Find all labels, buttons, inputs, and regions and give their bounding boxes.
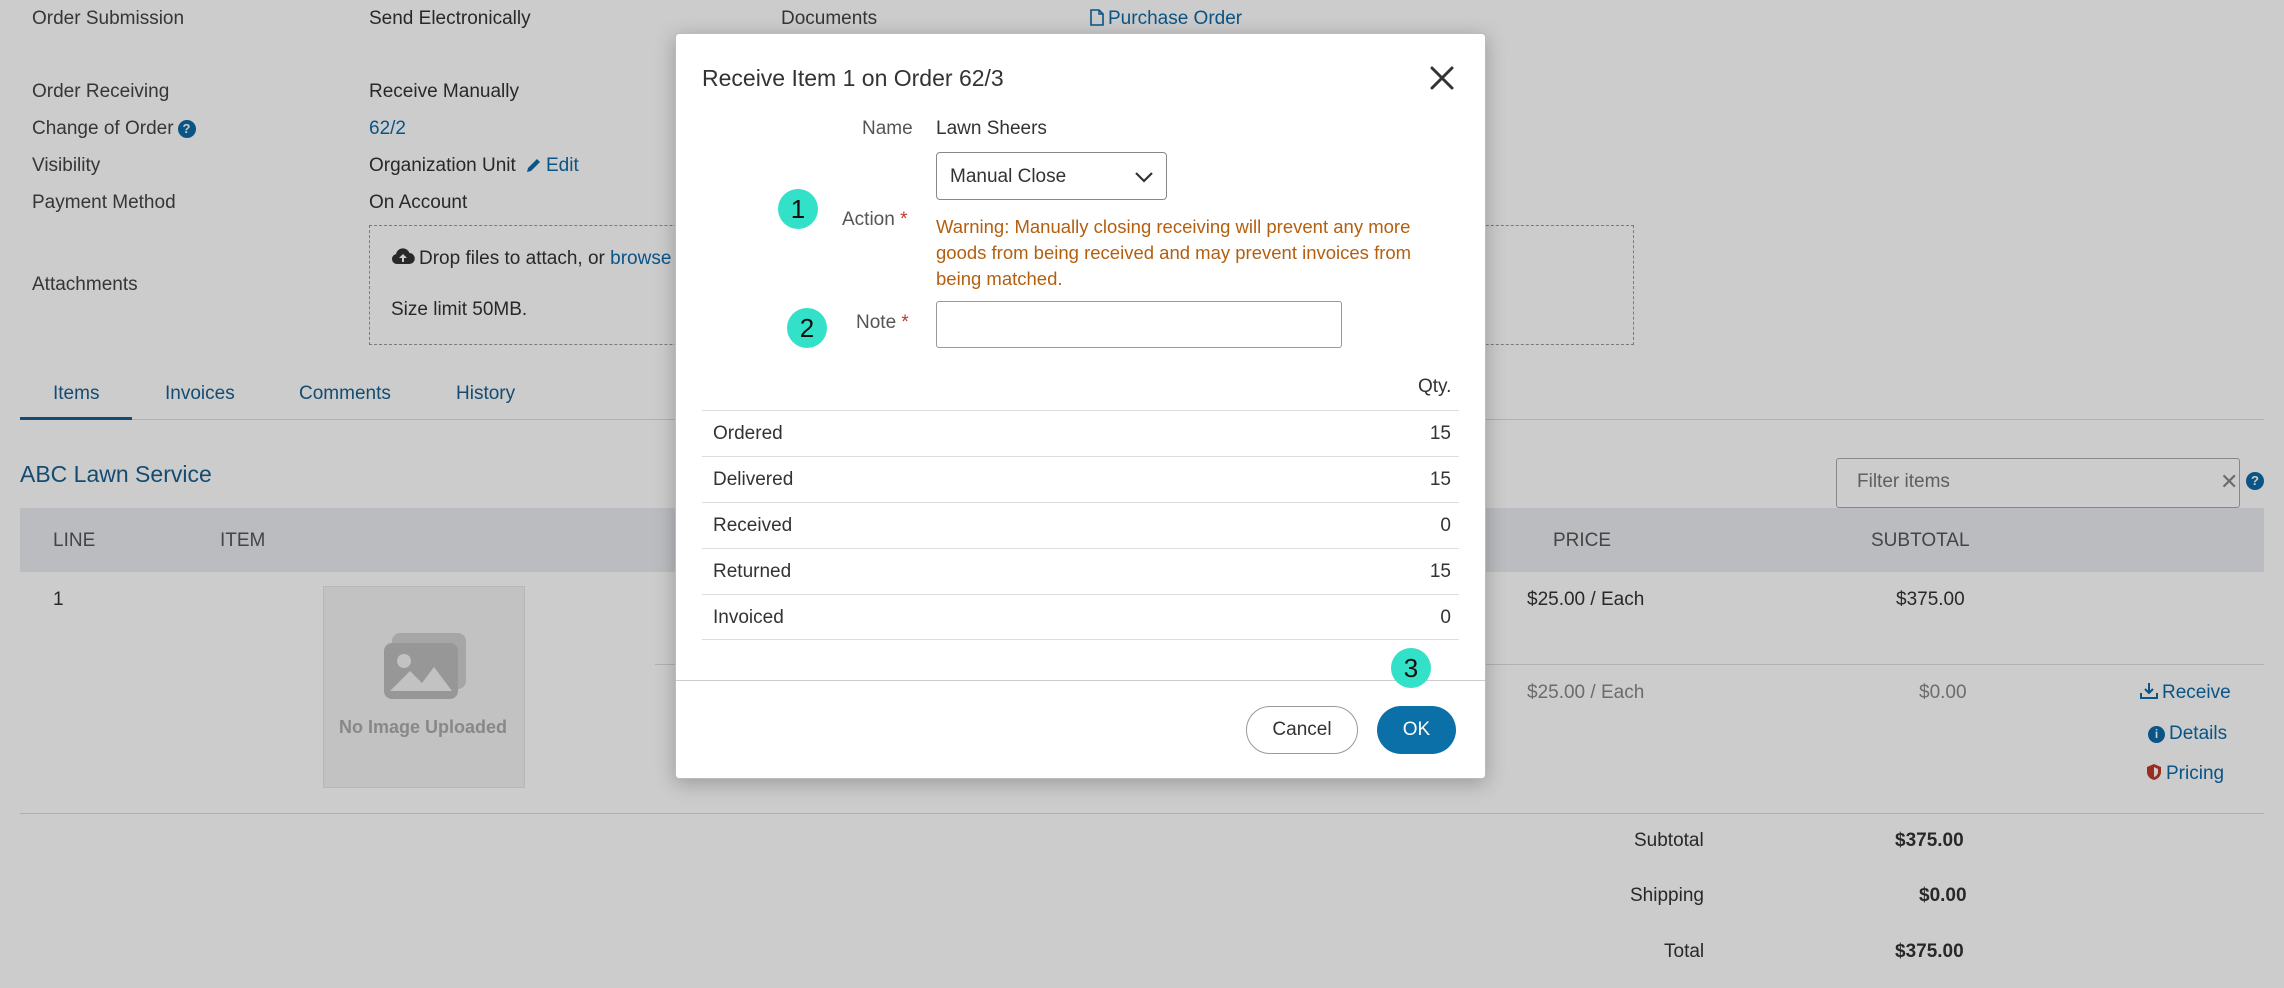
step-marker-3: 3	[1391, 648, 1431, 688]
step-marker-2: 2	[787, 308, 827, 348]
qty-label: Delivered	[713, 469, 794, 490]
step-marker-1: 1	[778, 189, 818, 229]
action-label-text: Action	[842, 209, 895, 230]
cancel-button[interactable]: Cancel	[1246, 706, 1358, 754]
qty-label: Ordered	[713, 423, 783, 444]
qty-row-returned: Returned 15	[702, 548, 1459, 594]
name-label: Name	[862, 118, 913, 139]
chevron-down-icon	[1135, 172, 1153, 183]
dialog-title: Receive Item 1 on Order 62/3	[702, 65, 1004, 91]
action-label: Action *	[842, 209, 908, 231]
close-icon[interactable]	[1424, 60, 1460, 96]
ok-button[interactable]: OK	[1377, 706, 1456, 754]
qty-row-ordered: Ordered 15	[702, 410, 1459, 456]
qty-value: 15	[1429, 561, 1451, 582]
receive-item-dialog: Receive Item 1 on Order 62/3 Name Lawn S…	[675, 33, 1486, 779]
manual-close-warning: Warning: Manually closing receiving will…	[936, 216, 1412, 289]
note-input[interactable]	[936, 301, 1342, 348]
qty-row-delivered: Delivered 15	[702, 456, 1459, 502]
qty-value: 0	[1440, 515, 1451, 536]
qty-value: 0	[1440, 607, 1451, 628]
qty-header: Qty.	[1418, 376, 1452, 397]
qty-row-received: Received 0	[702, 502, 1459, 548]
qty-label: Invoiced	[713, 607, 784, 628]
qty-value: 15	[1429, 423, 1451, 444]
required-mark: *	[901, 312, 909, 333]
item-name-value: Lawn Sheers	[936, 118, 1047, 139]
action-selected-value: Manual Close	[950, 166, 1067, 187]
dialog-footer-divider	[676, 680, 1485, 681]
note-label-text: Note	[856, 312, 897, 333]
qty-value: 15	[1429, 469, 1451, 490]
note-label: Note *	[856, 312, 909, 334]
action-select[interactable]: Manual Close	[936, 152, 1167, 200]
qty-label: Received	[713, 515, 793, 536]
qty-label: Returned	[713, 561, 792, 582]
required-mark: *	[900, 209, 908, 230]
qty-row-invoiced: Invoiced 0	[702, 594, 1459, 640]
